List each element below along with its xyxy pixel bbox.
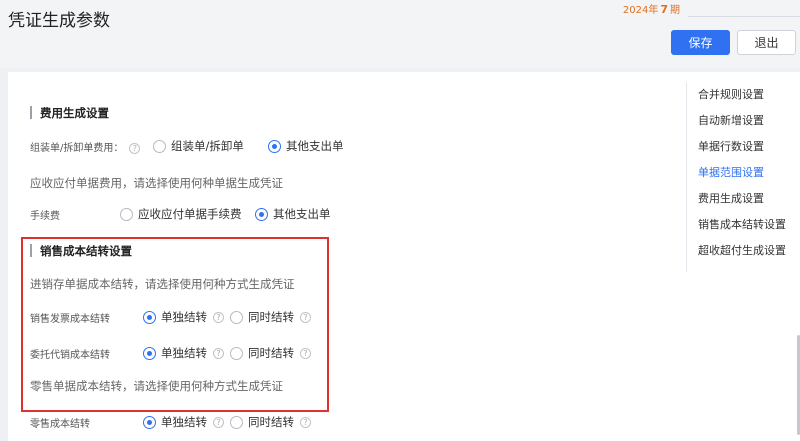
radio-circle-checked[interactable] [143,346,156,360]
radio-circle[interactable] [230,346,243,360]
help-icon[interactable]: ? [129,143,141,154]
invoice-option-separate[interactable]: 单独结转? [143,309,224,325]
retail-note: 零售单据成本结转，请选择使用何种方式生成凭证 [30,379,283,393]
assembly-option-assembly[interactable]: 组装单/拆卸单 [153,138,244,154]
help-icon[interactable]: ? [213,311,224,323]
consignment-cost-row: 委托代销成本结转 单独结转? 同时结转? [30,345,320,363]
nav-merge-rules[interactable]: 合并规则设置 [698,86,764,102]
exit-button[interactable]: 退出 [737,30,796,55]
consignment-option-separate[interactable]: 单独结转? [143,345,224,361]
settings-panel: 费用生成设置 组装单/拆卸单费用：? 组装单/拆卸单 其他支出单 应收应付单据费… [8,72,800,441]
radio-circle[interactable] [230,415,243,429]
accounting-period: 2024年 7 期 [623,1,680,16]
radio-circle-checked[interactable] [143,310,156,324]
right-anchor-nav: 合并规则设置 自动新增设置 单据行数设置 单据范围设置 费用生成设置 销售成本结… [686,82,800,272]
assembly-fee-row: 组装单/拆卸单费用：? 组装单/拆卸单 其他支出单 [30,138,390,156]
help-icon[interactable]: ? [213,416,224,428]
assembly-option-other-expense[interactable]: 其他支出单 [268,138,344,154]
help-icon[interactable]: ? [213,347,224,359]
nav-sales-cost[interactable]: 销售成本结转设置 [698,216,786,232]
radio-circle[interactable] [153,139,166,153]
handling-option-ar-ap-fee[interactable]: 应收应付单据手续费 [120,206,242,222]
invoice-cost-label: 销售发票成本结转 [30,314,110,325]
assembly-fee-label: 组装单/拆卸单费用：? [30,139,141,154]
consignment-cost-label: 委托代销成本结转 [30,350,110,361]
handling-fee-row: 手续费 应收应付单据手续费 其他支出单 [30,206,390,224]
fee-section-title: 费用生成设置 [30,105,109,121]
nav-document-range[interactable]: 单据范围设置 [698,164,764,180]
header-divider [688,16,800,17]
radio-circle-checked[interactable] [268,139,281,153]
help-icon[interactable]: ? [300,311,311,323]
period-month: 7 [660,3,668,16]
radio-circle[interactable] [230,310,243,324]
retail-cost-row: 零售成本结转 单独结转? 同时结转? [30,414,320,432]
invoice-cost-row: 销售发票成本结转 单独结转? 同时结转? [30,309,320,327]
radio-circle-checked[interactable] [143,415,156,429]
handling-fee-label: 手续费 [30,211,60,222]
radio-circle[interactable] [120,207,133,221]
invoice-option-simultaneous[interactable]: 同时结转? [230,309,311,325]
nav-auto-add[interactable]: 自动新增设置 [698,112,764,128]
retail-option-simultaneous[interactable]: 同时结转? [230,414,311,430]
period-suffix: 期 [670,5,680,16]
retail-option-separate[interactable]: 单独结转? [143,414,224,430]
cost-note: 进销存单据成本结转，请选择使用何种方式生成凭证 [30,277,295,291]
nav-row-count[interactable]: 单据行数设置 [698,138,764,154]
page-title: 凭证生成参数 [8,11,110,31]
retail-cost-label: 零售成本结转 [30,419,90,430]
period-year: 2024年 [622,5,659,16]
nav-over-receipt[interactable]: 超收超付生成设置 [698,242,786,258]
consignment-option-simultaneous[interactable]: 同时结转? [230,345,311,361]
nav-fee-generation[interactable]: 费用生成设置 [698,190,764,206]
help-icon[interactable]: ? [300,347,311,359]
page-header: 凭证生成参数 2024年 7 期 保存 退出 [0,0,800,68]
fee-note: 应收应付单据费用，请选择使用何种单据生成凭证 [30,176,283,190]
cost-section-title: 销售成本结转设置 [30,243,132,259]
radio-circle-checked[interactable] [255,207,268,221]
save-button[interactable]: 保存 [671,30,730,55]
handling-option-other-expense[interactable]: 其他支出单 [255,206,331,222]
help-icon[interactable]: ? [300,416,311,428]
